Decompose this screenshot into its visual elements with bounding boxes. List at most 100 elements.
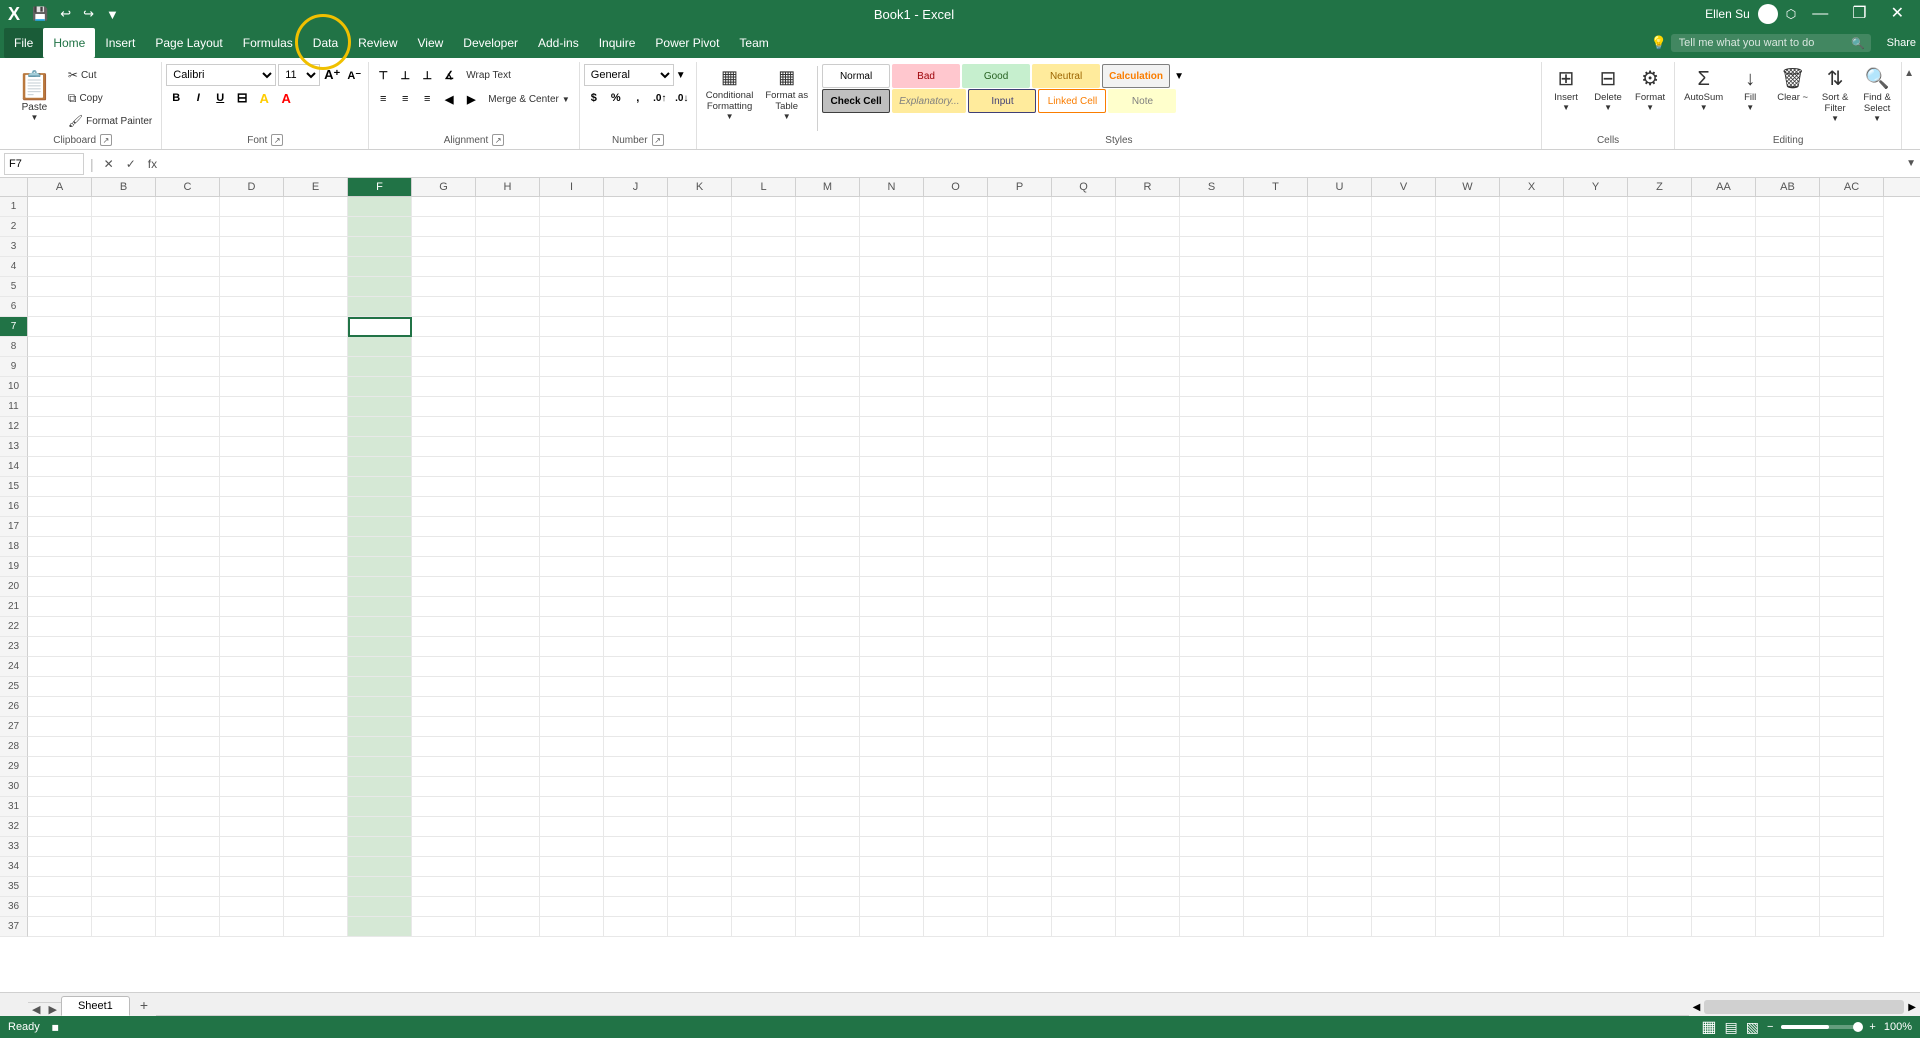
cell-F31[interactable]	[348, 797, 412, 817]
cell-E13[interactable]	[284, 437, 348, 457]
cell-N2[interactable]	[860, 217, 924, 237]
cell-N29[interactable]	[860, 757, 924, 777]
cell-W37[interactable]	[1436, 917, 1500, 937]
cell-AB31[interactable]	[1756, 797, 1820, 817]
cell-W29[interactable]	[1436, 757, 1500, 777]
cell-K21[interactable]	[668, 597, 732, 617]
row-number-23[interactable]: 23	[0, 637, 28, 657]
cell-W23[interactable]	[1436, 637, 1500, 657]
cell-AC5[interactable]	[1820, 277, 1884, 297]
cell-C37[interactable]	[156, 917, 220, 937]
cell-R31[interactable]	[1116, 797, 1180, 817]
cell-R35[interactable]	[1116, 877, 1180, 897]
cell-T34[interactable]	[1244, 857, 1308, 877]
cell-V15[interactable]	[1372, 477, 1436, 497]
cell-T7[interactable]	[1244, 317, 1308, 337]
cell-G13[interactable]	[412, 437, 476, 457]
cell-R8[interactable]	[1116, 337, 1180, 357]
cell-B6[interactable]	[92, 297, 156, 317]
cell-A35[interactable]	[28, 877, 92, 897]
row-number-22[interactable]: 22	[0, 617, 28, 637]
cell-A37[interactable]	[28, 917, 92, 937]
cell-M13[interactable]	[796, 437, 860, 457]
cell-O37[interactable]	[924, 917, 988, 937]
cell-W31[interactable]	[1436, 797, 1500, 817]
cell-V25[interactable]	[1372, 677, 1436, 697]
cell-AC1[interactable]	[1820, 197, 1884, 217]
cell-G37[interactable]	[412, 917, 476, 937]
cell-X28[interactable]	[1500, 737, 1564, 757]
cell-C23[interactable]	[156, 637, 220, 657]
cell-G6[interactable]	[412, 297, 476, 317]
col-header-I[interactable]: I	[540, 178, 604, 196]
cell-N12[interactable]	[860, 417, 924, 437]
cell-F6[interactable]	[348, 297, 412, 317]
cell-S7[interactable]	[1180, 317, 1244, 337]
cell-O23[interactable]	[924, 637, 988, 657]
cell-AA22[interactable]	[1692, 617, 1756, 637]
cell-C17[interactable]	[156, 517, 220, 537]
zoom-slider-handle[interactable]	[1853, 1022, 1863, 1032]
cell-U13[interactable]	[1308, 437, 1372, 457]
cell-D8[interactable]	[220, 337, 284, 357]
cell-W33[interactable]	[1436, 837, 1500, 857]
cell-T27[interactable]	[1244, 717, 1308, 737]
cell-K33[interactable]	[668, 837, 732, 857]
cell-Y16[interactable]	[1564, 497, 1628, 517]
view-page-break-button[interactable]: ▧	[1746, 1019, 1759, 1036]
cell-N22[interactable]	[860, 617, 924, 637]
cell-J26[interactable]	[604, 697, 668, 717]
cell-A27[interactable]	[28, 717, 92, 737]
cell-Q17[interactable]	[1052, 517, 1116, 537]
cell-S26[interactable]	[1180, 697, 1244, 717]
cell-R27[interactable]	[1116, 717, 1180, 737]
cell-V6[interactable]	[1372, 297, 1436, 317]
cell-AB11[interactable]	[1756, 397, 1820, 417]
confirm-formula-button[interactable]: ✓	[122, 155, 140, 173]
cell-AB29[interactable]	[1756, 757, 1820, 777]
menu-home[interactable]: Home	[43, 28, 95, 58]
cell-AB36[interactable]	[1756, 897, 1820, 917]
cell-A19[interactable]	[28, 557, 92, 577]
cell-J1[interactable]	[604, 197, 668, 217]
row-number-8[interactable]: 8	[0, 337, 28, 357]
cell-H6[interactable]	[476, 297, 540, 317]
cell-U25[interactable]	[1308, 677, 1372, 697]
cell-Q32[interactable]	[1052, 817, 1116, 837]
cell-V4[interactable]	[1372, 257, 1436, 277]
cell-J16[interactable]	[604, 497, 668, 517]
cell-AC14[interactable]	[1820, 457, 1884, 477]
cell-P18[interactable]	[988, 537, 1052, 557]
cell-N27[interactable]	[860, 717, 924, 737]
cell-F29[interactable]	[348, 757, 412, 777]
cell-H14[interactable]	[476, 457, 540, 477]
cell-X5[interactable]	[1500, 277, 1564, 297]
cell-R9[interactable]	[1116, 357, 1180, 377]
cell-J37[interactable]	[604, 917, 668, 937]
cell-D3[interactable]	[220, 237, 284, 257]
cell-M6[interactable]	[796, 297, 860, 317]
cell-E15[interactable]	[284, 477, 348, 497]
cell-AB33[interactable]	[1756, 837, 1820, 857]
cell-E8[interactable]	[284, 337, 348, 357]
cell-K13[interactable]	[668, 437, 732, 457]
cell-AA4[interactable]	[1692, 257, 1756, 277]
cell-J11[interactable]	[604, 397, 668, 417]
cell-A22[interactable]	[28, 617, 92, 637]
cell-G34[interactable]	[412, 857, 476, 877]
cell-Q37[interactable]	[1052, 917, 1116, 937]
cell-C16[interactable]	[156, 497, 220, 517]
qat-save-button[interactable]: 💾	[28, 4, 52, 24]
cell-A26[interactable]	[28, 697, 92, 717]
cell-E9[interactable]	[284, 357, 348, 377]
cell-AA13[interactable]	[1692, 437, 1756, 457]
col-header-P[interactable]: P	[988, 178, 1052, 196]
cell-E10[interactable]	[284, 377, 348, 397]
cell-E33[interactable]	[284, 837, 348, 857]
cell-P29[interactable]	[988, 757, 1052, 777]
cell-W14[interactable]	[1436, 457, 1500, 477]
cell-Y37[interactable]	[1564, 917, 1628, 937]
cell-H11[interactable]	[476, 397, 540, 417]
cell-V28[interactable]	[1372, 737, 1436, 757]
cell-L12[interactable]	[732, 417, 796, 437]
